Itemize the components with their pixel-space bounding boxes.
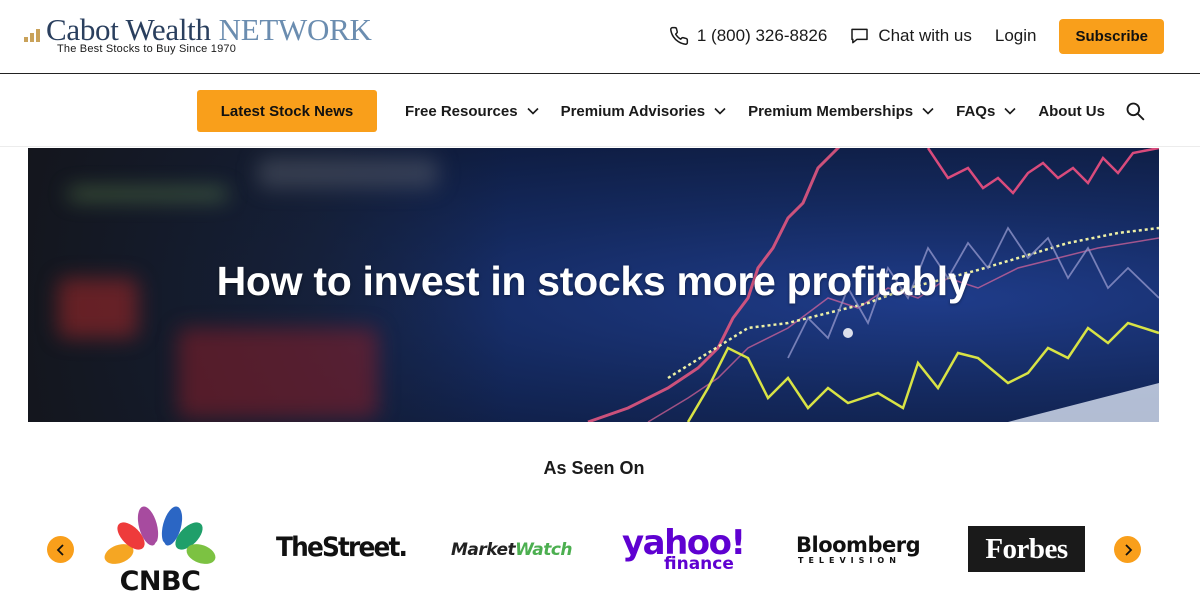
marketwatch-logo: MarketWatch: [451, 540, 573, 560]
nav-item-premium-memberships[interactable]: Premium Memberships: [748, 103, 934, 120]
yahoo-finance-logo: yahoo! finance: [622, 526, 746, 576]
nav-item-about-us[interactable]: About Us: [1038, 103, 1105, 120]
latest-stock-news-button[interactable]: Latest Stock News: [197, 90, 377, 132]
top-bar: Cabot Wealth NETWORK The Best Stocks to B…: [0, 0, 1200, 74]
nav-item-label: About Us: [1038, 102, 1105, 120]
chevron-down-icon: [922, 107, 934, 115]
as-seen-on-heading: As Seen On: [543, 458, 645, 478]
nav-item-label: FAQs: [956, 102, 996, 120]
site-logo[interactable]: Cabot Wealth NETWORK The Best Stocks to B…: [24, 12, 404, 60]
chevron-down-icon: [714, 107, 726, 115]
phone-number: 1 (800) 326-8826: [696, 26, 828, 45]
hero-banner: How to invest in stocks more profitably: [28, 148, 1159, 422]
phone-link[interactable]: 1 (800) 326-8826: [669, 26, 827, 46]
carousel-prev-button[interactable]: [47, 536, 74, 563]
main-nav: Latest Stock News Free Resources Premium…: [0, 75, 1200, 147]
thestreet-logo: TheStreet.: [276, 532, 408, 563]
hero-title: How to invest in stocks more profitably: [216, 258, 971, 304]
bloomberg-television-label: TELEVISION: [798, 556, 901, 565]
nav-item-label: Premium Memberships: [748, 102, 914, 120]
phone-icon: [669, 26, 688, 45]
bloomberg-logo: Bloomberg TELEVISION: [796, 533, 921, 565]
logo-bars-icon: [24, 26, 46, 42]
chevron-right-icon: [1124, 543, 1132, 556]
nav-item-free-resources[interactable]: Free Resources: [405, 103, 539, 120]
chat-link[interactable]: Chat with us: [849, 26, 972, 46]
nav-menu: Free Resources Premium Advisories Premiu…: [405, 75, 1127, 147]
login-link[interactable]: Login: [995, 26, 1037, 46]
top-right-actions: 1 (800) 326-8826 Chat with us Login Subs…: [669, 18, 1164, 54]
subscribe-button[interactable]: Subscribe: [1059, 18, 1164, 54]
cnbc-peacock-icon: [104, 506, 216, 564]
nav-item-premium-advisories[interactable]: Premium Advisories: [561, 103, 727, 120]
forbes-logo: Forbes: [968, 526, 1085, 572]
chevron-down-icon: [526, 107, 539, 115]
nav-item-label: Free Resources: [405, 102, 518, 120]
chat-icon: [851, 28, 869, 44]
chat-label: Chat with us: [878, 26, 972, 45]
chevron-down-icon: [1004, 107, 1016, 115]
nav-item-faqs[interactable]: FAQs: [956, 103, 1016, 120]
yahoo-finance-sub: finance: [664, 554, 734, 574]
logo-tagline: The Best Stocks to Buy Since 1970: [57, 43, 237, 55]
cnbc-logo: CNBC: [101, 504, 219, 597]
cnbc-wordmark: CNBC: [119, 566, 201, 597]
nav-item-label: Premium Advisories: [560, 102, 706, 120]
bloomberg-wordmark: Bloomberg: [796, 533, 921, 557]
chevron-left-icon: [56, 543, 64, 556]
carousel-next-button[interactable]: [1114, 536, 1141, 563]
search-icon[interactable]: [1125, 101, 1145, 121]
